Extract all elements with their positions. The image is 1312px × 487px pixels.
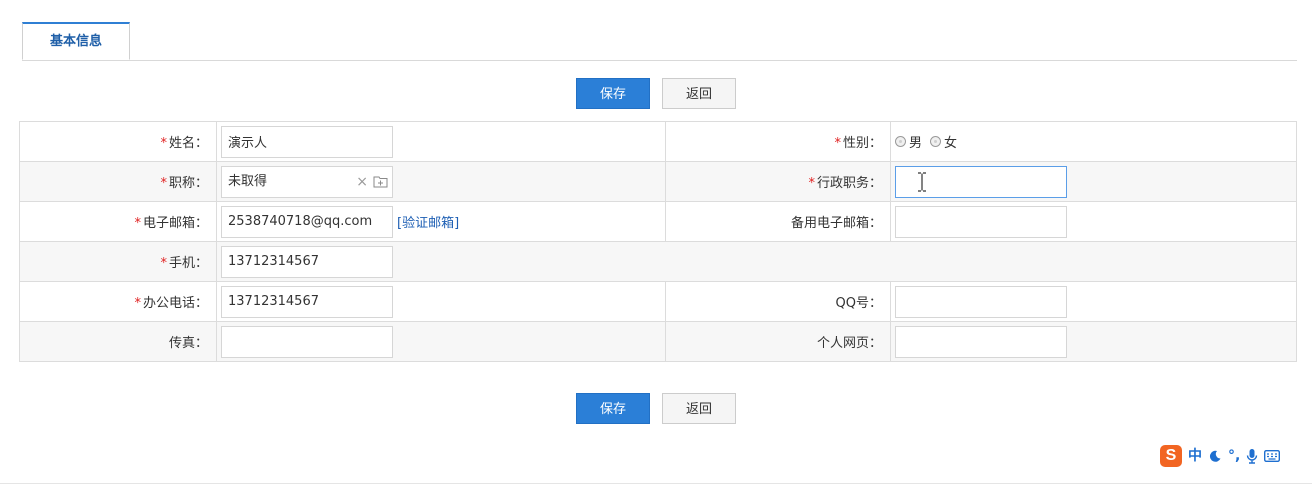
top-button-row: 保存 返回: [0, 78, 1312, 110]
punctuation-icon[interactable]: °,: [1228, 445, 1240, 467]
profile-form: *姓名： *性别： 男女 *职称： 未取得 × *行政: [19, 121, 1297, 362]
office-phone-label: * 办公电话：: [19, 281, 217, 322]
ime-toolbar: S 中 °,: [1160, 442, 1310, 470]
moon-icon[interactable]: [1208, 449, 1222, 463]
form-row: *电子邮箱： [验证邮箱] 备用电子邮箱：: [19, 201, 1297, 242]
title-value: 未取得: [228, 173, 268, 189]
title-combobox[interactable]: 未取得 ×: [221, 165, 393, 198]
name-input[interactable]: [221, 125, 393, 158]
name-label: * 姓名：: [19, 121, 217, 162]
back-button[interactable]: 返回: [662, 393, 736, 424]
fax-input[interactable]: [221, 325, 393, 358]
microphone-icon[interactable]: [1246, 448, 1258, 464]
save-button[interactable]: 保存: [576, 78, 650, 109]
gender-label: * 性别：: [665, 121, 891, 162]
page: 基本信息 保存返回 *姓名： *性别： 男女 *职称： 未取得: [0, 0, 1312, 487]
office-phone-label-text: 办公电话：: [142, 296, 208, 311]
required-mark: *: [160, 176, 167, 191]
form-row: *姓名： *性别： 男女: [19, 121, 1297, 162]
bottom-button-row: 保存 返回: [0, 393, 1312, 425]
backup-email-input[interactable]: [895, 205, 1067, 238]
folder-add-icon[interactable]: [373, 175, 388, 188]
form-row: *办公电话： QQ号：: [19, 281, 1297, 322]
fax-label: 传真：: [19, 321, 217, 362]
title-label-text: 职称：: [168, 176, 208, 191]
qq-label: QQ号：: [665, 281, 891, 322]
tab-bar: 基本信息: [22, 22, 1297, 61]
backup-email-label: 备用电子邮箱：: [665, 201, 891, 242]
keyboard-icon[interactable]: [1264, 449, 1281, 463]
gender-cell: 男女: [890, 121, 1297, 162]
backup-email-cell: [890, 201, 1297, 242]
admin-position-label-text: 行政职务：: [816, 176, 882, 191]
back-button[interactable]: 返回: [662, 78, 736, 109]
mobile-label-text: 手机：: [168, 256, 208, 271]
form-row: * 职称： 未取得 × * 行政职务：: [19, 161, 1297, 202]
name-label-text: 姓名：: [168, 136, 208, 151]
verify-email-link[interactable]: [验证邮箱]: [397, 216, 459, 231]
gender-label-text: 性别：: [842, 136, 882, 151]
required-mark: *: [134, 296, 141, 311]
mobile-cell: [216, 241, 666, 282]
qq-input[interactable]: [895, 285, 1067, 318]
tab-basic-info[interactable]: 基本信息: [22, 22, 130, 60]
required-mark: *: [160, 136, 167, 151]
required-mark: *: [160, 256, 167, 271]
divider: [0, 483, 1312, 484]
homepage-input[interactable]: [895, 325, 1067, 358]
title-label: * 职称：: [19, 161, 217, 202]
email-cell: [验证邮箱]: [216, 201, 666, 242]
clear-icon[interactable]: ×: [356, 167, 368, 197]
empty-cell: [890, 241, 1297, 282]
fax-cell: [216, 321, 666, 362]
empty-cell: [665, 241, 891, 282]
required-mark: *: [834, 136, 841, 151]
email-input[interactable]: [221, 205, 393, 238]
gender-male-label[interactable]: 男: [909, 136, 922, 151]
text-cursor-icon: [918, 172, 926, 192]
required-mark: *: [134, 216, 141, 231]
office-phone-cell: [216, 281, 666, 322]
form-row: * 手机：: [19, 241, 1297, 282]
required-mark: *: [808, 176, 815, 191]
homepage-cell: [890, 321, 1297, 362]
ime-mode-toggle[interactable]: 中: [1188, 445, 1202, 467]
gender-female-label[interactable]: 女: [944, 136, 957, 151]
admin-position-cell: [890, 161, 1297, 202]
name-cell: [216, 121, 666, 162]
mobile-label: * 手机：: [19, 241, 217, 282]
admin-position-label: * 行政职务：: [665, 161, 891, 202]
gender-male-radio[interactable]: [895, 136, 906, 147]
title-cell: 未取得 ×: [216, 161, 666, 202]
email-label: * 电子邮箱：: [19, 201, 217, 242]
qq-cell: [890, 281, 1297, 322]
form-row: 传真： 个人网页：: [19, 321, 1297, 362]
gender-female-radio[interactable]: [930, 136, 942, 147]
email-label-text: 电子邮箱：: [142, 216, 208, 231]
sogou-logo-icon[interactable]: S: [1160, 445, 1182, 467]
mobile-input[interactable]: [221, 245, 393, 278]
office-phone-input[interactable]: [221, 285, 393, 318]
homepage-label: 个人网页：: [665, 321, 891, 362]
save-button[interactable]: 保存: [576, 393, 650, 424]
